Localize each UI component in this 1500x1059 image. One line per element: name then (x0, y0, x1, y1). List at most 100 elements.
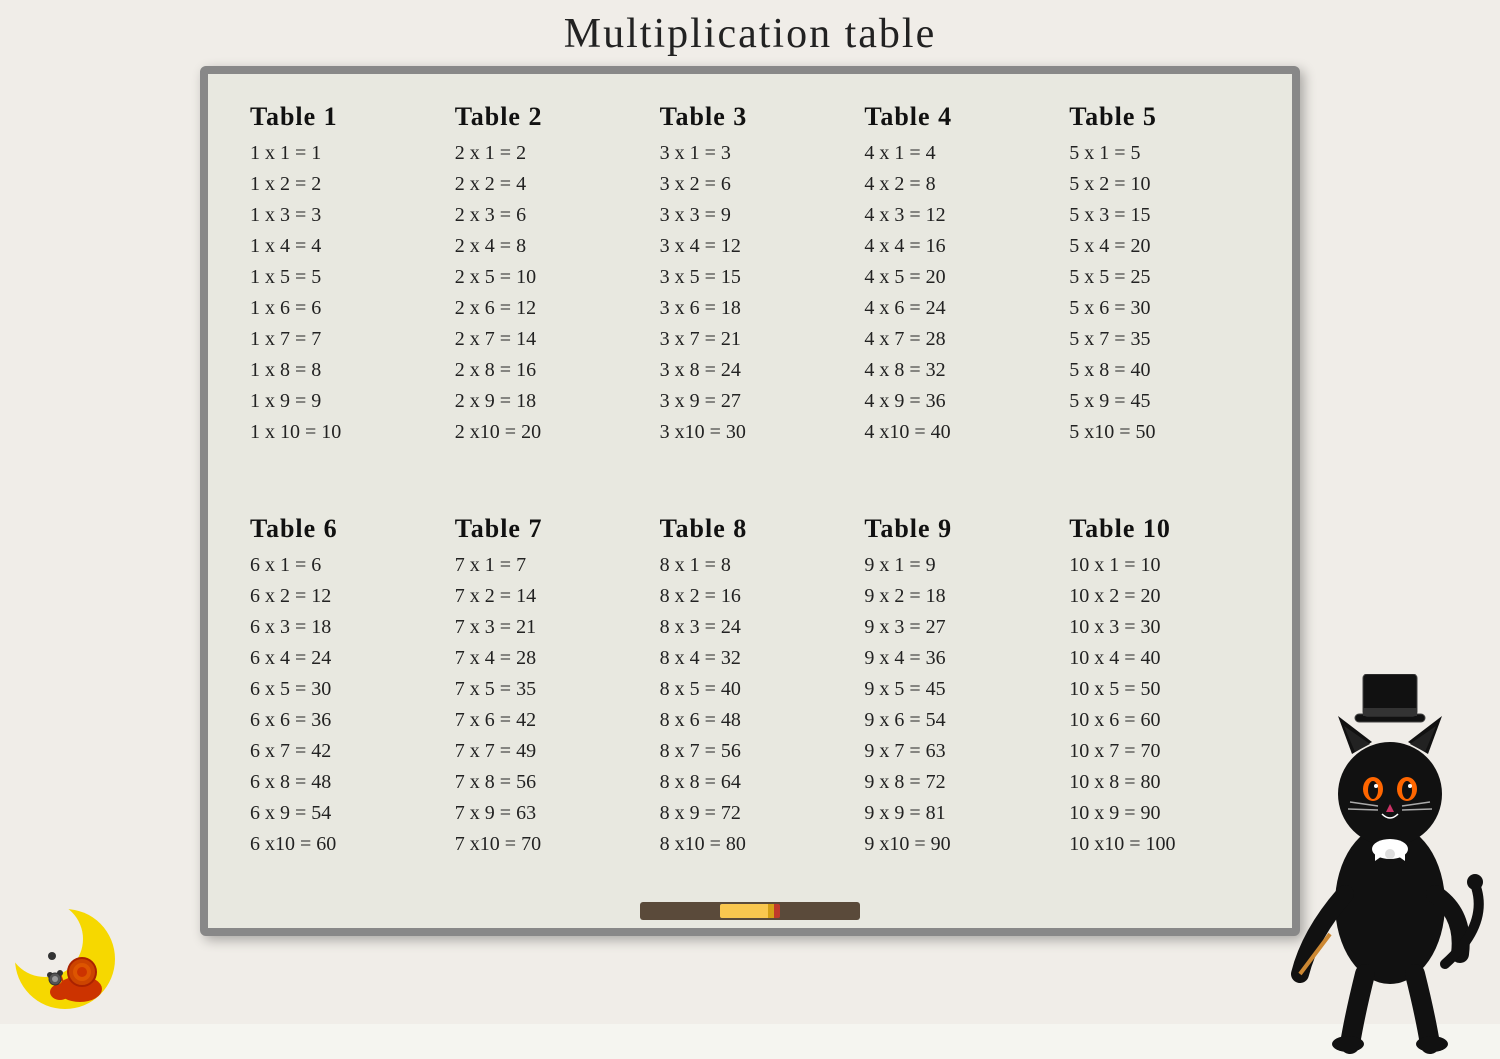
table-2-row-8: 2 x 8 = 16 (455, 355, 636, 386)
table-title-8: Table 8 (660, 514, 841, 544)
table-6-row-5: 6 x 5 = 30 (250, 674, 431, 705)
table-8-row-1: 8 x 1 = 8 (660, 550, 841, 581)
table-3-row-10: 3 x10 = 30 (660, 417, 841, 448)
table-7-row-9: 7 x 9 = 63 (455, 798, 636, 829)
table-3-row-7: 3 x 7 = 21 (660, 324, 841, 355)
table-6-row-10: 6 x10 = 60 (250, 829, 431, 860)
table-5-row-5: 5 x 5 = 25 (1069, 262, 1250, 293)
table-4-row-7: 4 x 7 = 28 (864, 324, 1045, 355)
moon-character (10, 884, 140, 1014)
table-2-row-1: 2 x 1 = 2 (455, 138, 636, 169)
table-3-row-5: 3 x 5 = 15 (660, 262, 841, 293)
table-6-row-2: 6 x 2 = 12 (250, 581, 431, 612)
table-2-row-7: 2 x 7 = 14 (455, 324, 636, 355)
table-6-row-1: 6 x 1 = 6 (250, 550, 431, 581)
table-9-row-9: 9 x 9 = 81 (864, 798, 1045, 829)
table-6-row-7: 6 x 7 = 42 (250, 736, 431, 767)
table-title-10: Table 10 (1069, 514, 1250, 544)
table-4-row-3: 4 x 3 = 12 (864, 200, 1045, 231)
table-10-row-10: 10 x10 = 100 (1069, 829, 1250, 860)
table-5-row-9: 5 x 9 = 45 (1069, 386, 1250, 417)
table-4-row-10: 4 x10 = 40 (864, 417, 1045, 448)
table-7-row-5: 7 x 5 = 35 (455, 674, 636, 705)
table-5-row-2: 5 x 2 = 10 (1069, 169, 1250, 200)
table-section-5: Table 55 x 1 = 55 x 2 = 105 x 3 = 155 x … (1057, 94, 1262, 456)
table-9-row-6: 9 x 6 = 54 (864, 705, 1045, 736)
table-7-row-8: 7 x 8 = 56 (455, 767, 636, 798)
table-2-row-2: 2 x 2 = 4 (455, 169, 636, 200)
table-section-10: Table 10 10 x 1 = 1010 x 2 = 2010 x 3 = 3… (1057, 506, 1262, 868)
table-section-7: Table 77 x 1 = 77 x 2 = 147 x 3 = 217 x … (443, 506, 648, 868)
table-4-row-1: 4 x 1 = 4 (864, 138, 1045, 169)
table-2-row-3: 2 x 3 = 6 (455, 200, 636, 231)
table-8-row-7: 8 x 7 = 56 (660, 736, 841, 767)
table-1-row-2: 1 x 2 = 2 (250, 169, 431, 200)
table-title-5: Table 5 (1069, 102, 1250, 132)
table-section-9: Table 99 x 1 = 99 x 2 = 189 x 3 = 279 x … (852, 506, 1057, 868)
table-6-row-6: 6 x 6 = 36 (250, 705, 431, 736)
table-2-row-10: 2 x10 = 20 (455, 417, 636, 448)
table-10-row-2: 10 x 2 = 20 (1069, 581, 1250, 612)
table-1-row-5: 1 x 5 = 5 (250, 262, 431, 293)
table-4-row-9: 4 x 9 = 36 (864, 386, 1045, 417)
table-title-3: Table 3 (660, 102, 841, 132)
cat-character (1290, 674, 1490, 1024)
table-section-8: Table 88 x 1 = 88 x 2 = 168 x 3 = 248 x … (648, 506, 853, 868)
blackboard: Table 11 x 1 = 11 x 2 = 21 x 3 = 31 x 4 … (200, 66, 1300, 936)
section-divider (238, 456, 1262, 506)
table-4-row-8: 4 x 8 = 32 (864, 355, 1045, 386)
table-title-6: Table 6 (250, 514, 431, 544)
table-1-row-3: 1 x 3 = 3 (250, 200, 431, 231)
table-1-row-9: 1 x 9 = 9 (250, 386, 431, 417)
table-10-row-7: 10 x 7 = 70 (1069, 736, 1250, 767)
table-10-row-5: 10 x 5 = 50 (1069, 674, 1250, 705)
table-1-row-8: 1 x 8 = 8 (250, 355, 431, 386)
table-4-row-2: 4 x 2 = 8 (864, 169, 1045, 200)
table-9-row-5: 9 x 5 = 45 (864, 674, 1045, 705)
table-5-row-1: 5 x 1 = 5 (1069, 138, 1250, 169)
table-8-row-6: 8 x 6 = 48 (660, 705, 841, 736)
table-6-row-8: 6 x 8 = 48 (250, 767, 431, 798)
table-title-2: Table 2 (455, 102, 636, 132)
table-7-row-10: 7 x10 = 70 (455, 829, 636, 860)
table-section-4: Table 44 x 1 = 44 x 2 = 84 x 3 = 124 x 4… (852, 94, 1057, 456)
page-title: Multiplication table (564, 10, 936, 58)
table-8-row-9: 8 x 9 = 72 (660, 798, 841, 829)
table-3-row-6: 3 x 6 = 18 (660, 293, 841, 324)
table-title-1: Table 1 (250, 102, 431, 132)
table-10-row-4: 10 x 4 = 40 (1069, 643, 1250, 674)
table-7-row-3: 7 x 3 = 21 (455, 612, 636, 643)
table-4-row-4: 4 x 4 = 16 (864, 231, 1045, 262)
table-4-row-5: 4 x 5 = 20 (864, 262, 1045, 293)
table-section-3: Table 33 x 1 = 33 x 2 = 63 x 3 = 93 x 4 … (648, 94, 853, 456)
table-2-row-4: 2 x 4 = 8 (455, 231, 636, 262)
tables-top: Table 11 x 1 = 11 x 2 = 21 x 3 = 31 x 4 … (238, 94, 1262, 456)
table-6-row-4: 6 x 4 = 24 (250, 643, 431, 674)
table-8-row-5: 8 x 5 = 40 (660, 674, 841, 705)
table-8-row-4: 8 x 4 = 32 (660, 643, 841, 674)
table-3-row-8: 3 x 8 = 24 (660, 355, 841, 386)
table-3-row-1: 3 x 1 = 3 (660, 138, 841, 169)
table-8-row-10: 8 x10 = 80 (660, 829, 841, 860)
table-1-row-7: 1 x 7 = 7 (250, 324, 431, 355)
pencil-icon (720, 904, 780, 918)
table-10-row-8: 10 x 8 = 80 (1069, 767, 1250, 798)
table-section-2: Table 2 2 x 1 = 22 x 2 = 42 x 3 = 62 x 4 … (443, 94, 648, 456)
table-9-row-3: 9 x 3 = 27 (864, 612, 1045, 643)
table-section-1: Table 11 x 1 = 11 x 2 = 21 x 3 = 31 x 4 … (238, 94, 443, 456)
table-5-row-4: 5 x 4 = 20 (1069, 231, 1250, 262)
table-section-6: Table 66 x 1 = 66 x 2 = 126 x 3 = 186 x … (238, 506, 443, 868)
table-7-row-1: 7 x 1 = 7 (455, 550, 636, 581)
table-10-row-1: 10 x 1 = 10 (1069, 550, 1250, 581)
table-1-row-1: 1 x 1 = 1 (250, 138, 431, 169)
table-10-row-3: 10 x 3 = 30 (1069, 612, 1250, 643)
table-2-row-9: 2 x 9 = 18 (455, 386, 636, 417)
table-3-row-3: 3 x 3 = 9 (660, 200, 841, 231)
table-5-row-6: 5 x 6 = 30 (1069, 293, 1250, 324)
table-5-row-10: 5 x10 = 50 (1069, 417, 1250, 448)
page-wrapper: Multiplication table Table 11 x 1 = 11 x… (0, 0, 1500, 1024)
tables-bottom: Table 66 x 1 = 66 x 2 = 126 x 3 = 186 x … (238, 506, 1262, 868)
table-9-row-10: 9 x10 = 90 (864, 829, 1045, 860)
table-title-7: Table 7 (455, 514, 636, 544)
table-9-row-1: 9 x 1 = 9 (864, 550, 1045, 581)
